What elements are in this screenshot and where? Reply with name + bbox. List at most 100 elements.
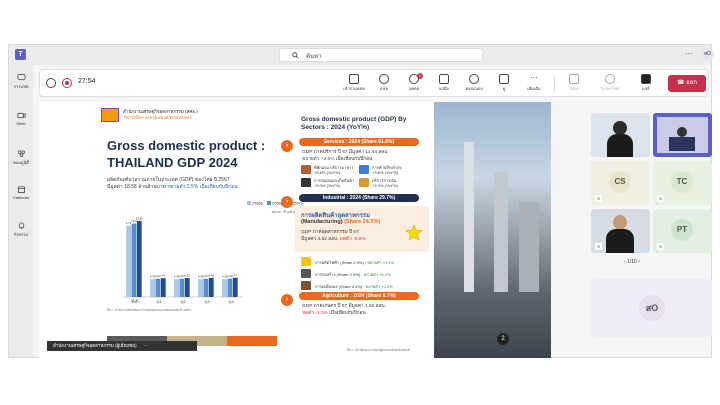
- slide-title-line1: Gross domestic product :: [107, 138, 266, 153]
- chevron-right-icon[interactable]: ›: [638, 259, 640, 265]
- self-view-tile[interactable]: สO: [591, 279, 712, 337]
- svc-item-value: +3.8% (YoY%): [372, 170, 398, 175]
- category-label: ทั้งปี: [131, 297, 139, 304]
- presenter-tag: สำนักงานเศรษฐกิจอุตสาหกรรม (ผู้เยี่ยมชม)…: [47, 341, 197, 351]
- agriculture-pill: Agriculture : 2024 (Share 8.7%): [299, 292, 419, 300]
- podium: [669, 137, 695, 151]
- category-label: Q2: [180, 299, 186, 304]
- mic-off-icon: ✕: [595, 195, 602, 202]
- more-button[interactable]: ··· เพิ่มเติม: [520, 73, 548, 95]
- more-icon[interactable]: ···: [144, 343, 149, 348]
- shield-icon: [46, 78, 56, 88]
- user-avatar[interactable]: สO: [701, 48, 714, 61]
- participant-tile-man-glasses[interactable]: ✕: [591, 209, 650, 253]
- sector-title: Gross domestic product (GDP) By Sectors …: [301, 116, 407, 131]
- mic-off-icon: ✕: [657, 243, 664, 250]
- people-count-badge: 2: [417, 73, 423, 79]
- category-label: Q1: [156, 299, 162, 304]
- category-label: Q4: [228, 299, 234, 304]
- slide-footer-source: ที่มา : สภาพัฒนาการเศรษฐกิจและสังคมแห่งช…: [347, 348, 410, 352]
- bell-icon: [18, 222, 24, 229]
- arrow-right-icon: ›: [281, 294, 293, 306]
- pager-label: 1/10: [627, 259, 637, 265]
- more-options-icon[interactable]: ···: [685, 49, 693, 58]
- rail-item-chat[interactable]: การแชท: [9, 73, 33, 90]
- services-growth: ขยายตัว +3.9%: [302, 157, 335, 162]
- services-line2: ขยายตัว +3.9% เมื่อเทียบกับปีก่อน: [302, 155, 372, 163]
- rail-item-meet[interactable]: Meet: [9, 111, 33, 126]
- self-avatar: สO: [639, 295, 665, 321]
- chart-bar: [227, 278, 233, 297]
- view-icon: [499, 74, 509, 84]
- avatar: CS: [609, 171, 631, 193]
- services-growth-note: เมื่อเทียบกับปีก่อน: [335, 157, 373, 162]
- meeting-timer: 27:54: [78, 78, 96, 85]
- participant-tile-tc[interactable]: TC ✕: [653, 161, 712, 205]
- participant-tile-speaker-podium[interactable]: [653, 113, 712, 157]
- chevron-left-icon[interactable]: ‹: [624, 259, 626, 265]
- leave-button[interactable]: ☎ ออก: [668, 75, 706, 92]
- ind-item-value: ขยายตัว +0.1%: [367, 260, 395, 265]
- person-head: [677, 127, 687, 137]
- view-button[interactable]: ดู: [490, 73, 518, 95]
- bar-value-label: 4.66: [209, 273, 215, 277]
- control-label: แชร์: [642, 86, 650, 91]
- control-label: กล้อง: [569, 86, 579, 91]
- subtitle-part: มีมูลค่า 18.58 ล้านล้านบาท: [107, 184, 166, 190]
- bar-value-label: 18.58: [136, 216, 143, 220]
- decor-strip: [227, 336, 277, 346]
- participant-tile-cs[interactable]: CS ✕: [591, 161, 650, 205]
- participant-tile-speaker-woman[interactable]: [591, 113, 650, 157]
- mining-icon: [301, 281, 311, 290]
- chart-bar: [174, 279, 179, 297]
- control-label: เพิ่มเติม: [527, 86, 541, 91]
- rail-item-community[interactable]: คอมมูนิตี้: [9, 149, 33, 166]
- raise-hand-icon: [439, 74, 449, 84]
- control-label: ยกมือ: [439, 86, 449, 91]
- rail-item-activity[interactable]: กิจกรรม: [9, 221, 33, 238]
- people-button[interactable]: 2 บุคคล: [400, 73, 428, 95]
- share-button[interactable]: แชร์: [632, 73, 660, 95]
- slide-title-line2: THAILAND GDP 2024: [107, 155, 238, 170]
- ind-item-value: ขยายตัว +3.5%: [365, 284, 393, 289]
- presenter-name: สำนักงานเศรษฐกิจอุตสาหกรรม (ผู้เยี่ยมชม): [53, 343, 137, 348]
- agri-growth: หดตัว -1.0%: [302, 311, 328, 316]
- mfg-title-en: (Manufacturing): [301, 219, 343, 225]
- shop-icon: [359, 165, 369, 174]
- teams-logo-icon: T: [15, 49, 26, 60]
- react-button[interactable]: ตอบสนอง: [460, 73, 488, 95]
- category-label: Q3: [204, 299, 210, 304]
- leave-label: ออก: [686, 80, 697, 86]
- chart-bar: [126, 225, 131, 297]
- bar-value-label: 4.7: [233, 273, 237, 277]
- reaction-icon: [469, 74, 479, 84]
- rail-label: Calendar: [12, 195, 30, 200]
- screen: T การแชท Meet คอมมูนิตี้ Calendar กิจกรร…: [0, 0, 720, 405]
- raise-hand-button[interactable]: ยกมือ: [430, 73, 458, 95]
- bar-value-label: 4.6: [161, 274, 165, 278]
- camera-button[interactable]: กล้อง: [560, 73, 588, 95]
- control-label: ไมโครโฟน: [600, 86, 620, 91]
- ind-item-label: การเหมืองแร่ (Share 0.4%) :: [315, 284, 365, 289]
- rail-label: การแชท: [13, 84, 29, 89]
- app-rail: T การแชท Meet คอมมูนิตี้ Calendar กิจกรร…: [9, 45, 33, 357]
- org-name-en: The Office of Industrial Economics: [123, 115, 192, 120]
- participant-tile-pt[interactable]: PT ✕: [653, 209, 712, 253]
- mic-off-icon: ✕: [595, 243, 602, 250]
- org-name-th: สำนักงานเศรษฐกิจอุตสาหกรรม (สศอ.): [123, 109, 198, 114]
- mic-button[interactable]: ไมโครโฟน: [596, 73, 624, 95]
- chart-bar: [150, 279, 155, 297]
- chat-icon: [17, 73, 25, 81]
- ind-item-label: การผลิตไฟฟ้า (Share 2.9%) :: [315, 260, 367, 265]
- join-chat-button[interactable]: เข้าร่วมแชท: [340, 73, 368, 95]
- chart-bar: [160, 278, 166, 297]
- recording-icon: [62, 78, 72, 88]
- chart-bar: [184, 278, 190, 297]
- chart-bar: [232, 277, 238, 297]
- rail-item-calendar[interactable]: Calendar: [9, 185, 33, 200]
- chat-button[interactable]: แชท: [370, 73, 398, 95]
- control-label: บุคคล: [408, 86, 420, 91]
- message-icon: [379, 74, 389, 84]
- search-input[interactable]: ค้นหา: [279, 48, 483, 62]
- ind-item-value: ขยายตัว +9.2%: [363, 272, 391, 277]
